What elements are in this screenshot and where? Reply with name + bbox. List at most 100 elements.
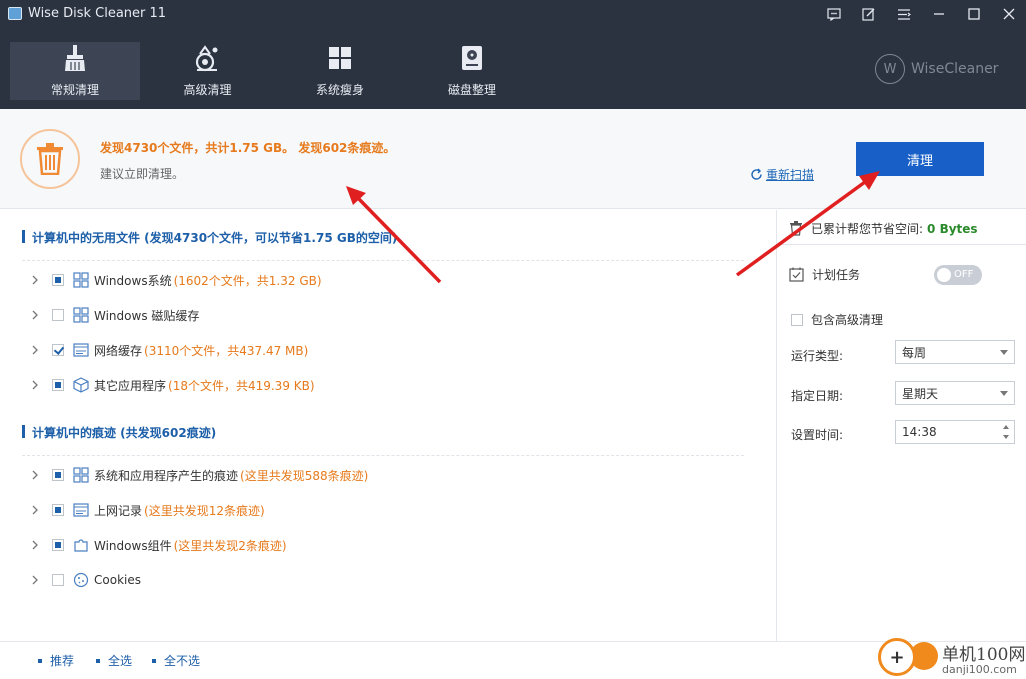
time-input[interactable]: 14:38 (895, 420, 1015, 444)
windows-grid-icon (72, 466, 90, 484)
browser-window-icon (72, 501, 90, 519)
advanced-option[interactable]: 包含高级清理 (791, 311, 883, 328)
watermark: + 单机100网 danji100.com (878, 636, 1026, 679)
summary-result: 发现4730个文件，共计1.75 GB。 发现602条痕迹。 (100, 141, 396, 155)
item-checkbox[interactable] (52, 309, 64, 321)
section-divider (22, 455, 744, 456)
chevron-right-icon[interactable] (30, 343, 40, 357)
title-bar: Wise Disk Cleaner 11 (0, 0, 1026, 28)
trash-small-icon (790, 221, 802, 236)
item-name: 上网记录 (94, 503, 143, 518)
item-checkbox[interactable] (52, 504, 64, 516)
saved-label: 已累计帮您节省空间: (811, 222, 924, 236)
chevron-right-icon[interactable] (30, 378, 40, 392)
select-all-link[interactable]: 全选 (96, 652, 132, 669)
saved-space: 已累计帮您节省空间: 0 Bytes (789, 220, 978, 237)
time-value: 14:38 (902, 425, 937, 439)
select-none-link[interactable]: 全不选 (152, 652, 200, 669)
tab-system-slim[interactable]: 系统瘦身 (275, 42, 405, 100)
tab-advanced-clean[interactable]: 高级清理 (142, 42, 273, 100)
scan-summary: 发现4730个文件，共计1.75 GB。 发现602条痕迹。 建议立即清理。 重… (0, 109, 1026, 209)
clean-button[interactable]: 清理 (856, 142, 984, 176)
item-checkbox[interactable] (52, 344, 64, 356)
recommend-link[interactable]: 推荐 (38, 652, 74, 669)
date-value: 星期天 (902, 386, 939, 401)
chevron-right-icon[interactable] (30, 573, 40, 587)
item-checkbox[interactable] (52, 539, 64, 551)
minimize-icon[interactable] (921, 0, 956, 28)
edit-icon[interactable] (851, 0, 886, 28)
menu-icon[interactable] (886, 0, 921, 28)
header: Wise Disk Cleaner 11 常规清理 高级清理 系统瘦身 磁盘整理… (0, 0, 1026, 109)
chevron-right-icon[interactable] (30, 503, 40, 517)
spin-down-icon[interactable] (1003, 435, 1009, 439)
item-name: 其它应用程序 (94, 378, 167, 393)
list-item[interactable]: Cookies (30, 570, 143, 590)
list-item[interactable]: Windows 磁贴缓存 (30, 305, 201, 325)
feedback-icon[interactable] (816, 0, 851, 28)
list-item[interactable]: 网络缓存 (3110个文件，共437.47 MB) (30, 340, 308, 360)
tab-label: 常规清理 (50, 83, 99, 97)
item-checkbox[interactable] (52, 379, 64, 391)
windows-grid-icon (72, 271, 90, 289)
panel-divider (777, 244, 1026, 245)
rescan-link[interactable]: 重新扫描 (750, 166, 814, 183)
tab-disk-defrag[interactable]: 磁盘整理 (407, 42, 537, 100)
maximize-icon[interactable] (956, 0, 991, 28)
item-detail: (这里共发现588条痕迹) (240, 468, 369, 483)
chevron-down-icon (1000, 350, 1008, 355)
schedule-label: 计划任务 (812, 268, 861, 282)
close-icon[interactable] (991, 0, 1026, 28)
item-detail: (3110个文件，共437.47 MB) (144, 343, 309, 358)
item-name: Windows 磁贴缓存 (94, 308, 200, 323)
footer: 推荐 全选 全不选 (0, 641, 1026, 679)
broom-icon (62, 44, 88, 72)
item-checkbox[interactable] (52, 274, 64, 286)
time-label: 设置时间: (791, 428, 844, 442)
tab-label: 磁盘整理 (447, 83, 496, 97)
app-window: Wise Disk Cleaner 11 常规清理 高级清理 系统瘦身 磁盘整理… (0, 0, 1026, 679)
item-detail: (这里共发现12条痕迹) (144, 503, 265, 518)
rescan-label: 重新扫描 (766, 168, 815, 182)
trace-section-title: 计算机中的痕迹 (共发现602痕迹) (21, 425, 217, 440)
run-type-select[interactable]: 每周 (895, 340, 1015, 364)
list-item[interactable]: 上网记录 (这里共发现12条痕迹) (30, 500, 265, 520)
date-select[interactable]: 星期天 (895, 381, 1015, 405)
item-name: 网络缓存 (94, 343, 143, 358)
item-detail: (18个文件，共419.39 KB) (168, 378, 315, 393)
advanced-clean-icon (194, 44, 220, 72)
list-item[interactable]: 其它应用程序 (18个文件，共419.39 KB) (30, 375, 315, 395)
cookie-icon (72, 571, 90, 589)
chevron-down-icon (1000, 391, 1008, 396)
windows-icon (327, 44, 353, 72)
item-detail: (1602个文件，共1.32 GB) (173, 273, 322, 288)
tab-regular-clean[interactable]: 常规清理 (10, 42, 140, 100)
app-icon (8, 7, 22, 20)
result-list: 计算机中的无用文件 (发现4730个文件，可以节省1.75 GB的空间) Win… (0, 210, 776, 641)
disk-icon (459, 44, 485, 72)
chevron-right-icon[interactable] (30, 273, 40, 287)
date-label: 指定日期: (791, 389, 844, 403)
windows-grid-icon (72, 306, 90, 324)
watermark-title: 单机100网 (942, 645, 1026, 665)
chevron-right-icon[interactable] (30, 468, 40, 482)
advanced-checkbox[interactable] (791, 313, 803, 326)
brand-name: WiseCleaner (911, 61, 999, 77)
item-checkbox[interactable] (52, 574, 64, 586)
toggle-knob (937, 268, 951, 282)
settings-panel: 已累计帮您节省空间: 0 Bytes 计划任务 OFF 包含高级清理 运行类型:… (776, 210, 1026, 641)
list-item[interactable]: Windows组件 (这里共发现2条痕迹) (30, 535, 287, 555)
advanced-label: 包含高级清理 (811, 313, 884, 327)
tab-label: 高级清理 (183, 83, 232, 97)
list-item[interactable]: 系统和应用程序产生的痕迹 (这里共发现588条痕迹) (30, 465, 368, 485)
watermark-logo: + (878, 638, 916, 676)
spin-up-icon[interactable] (1003, 425, 1009, 429)
calendar-check-icon (789, 267, 804, 282)
item-name: 系统和应用程序产生的痕迹 (94, 468, 239, 483)
chevron-right-icon[interactable] (30, 308, 40, 322)
chevron-right-icon[interactable] (30, 538, 40, 552)
list-item[interactable]: Windows系统 (1602个文件，共1.32 GB) (30, 270, 322, 290)
saved-value: 0 Bytes (927, 221, 978, 236)
schedule-toggle[interactable]: OFF (934, 265, 982, 285)
item-checkbox[interactable] (52, 469, 64, 481)
